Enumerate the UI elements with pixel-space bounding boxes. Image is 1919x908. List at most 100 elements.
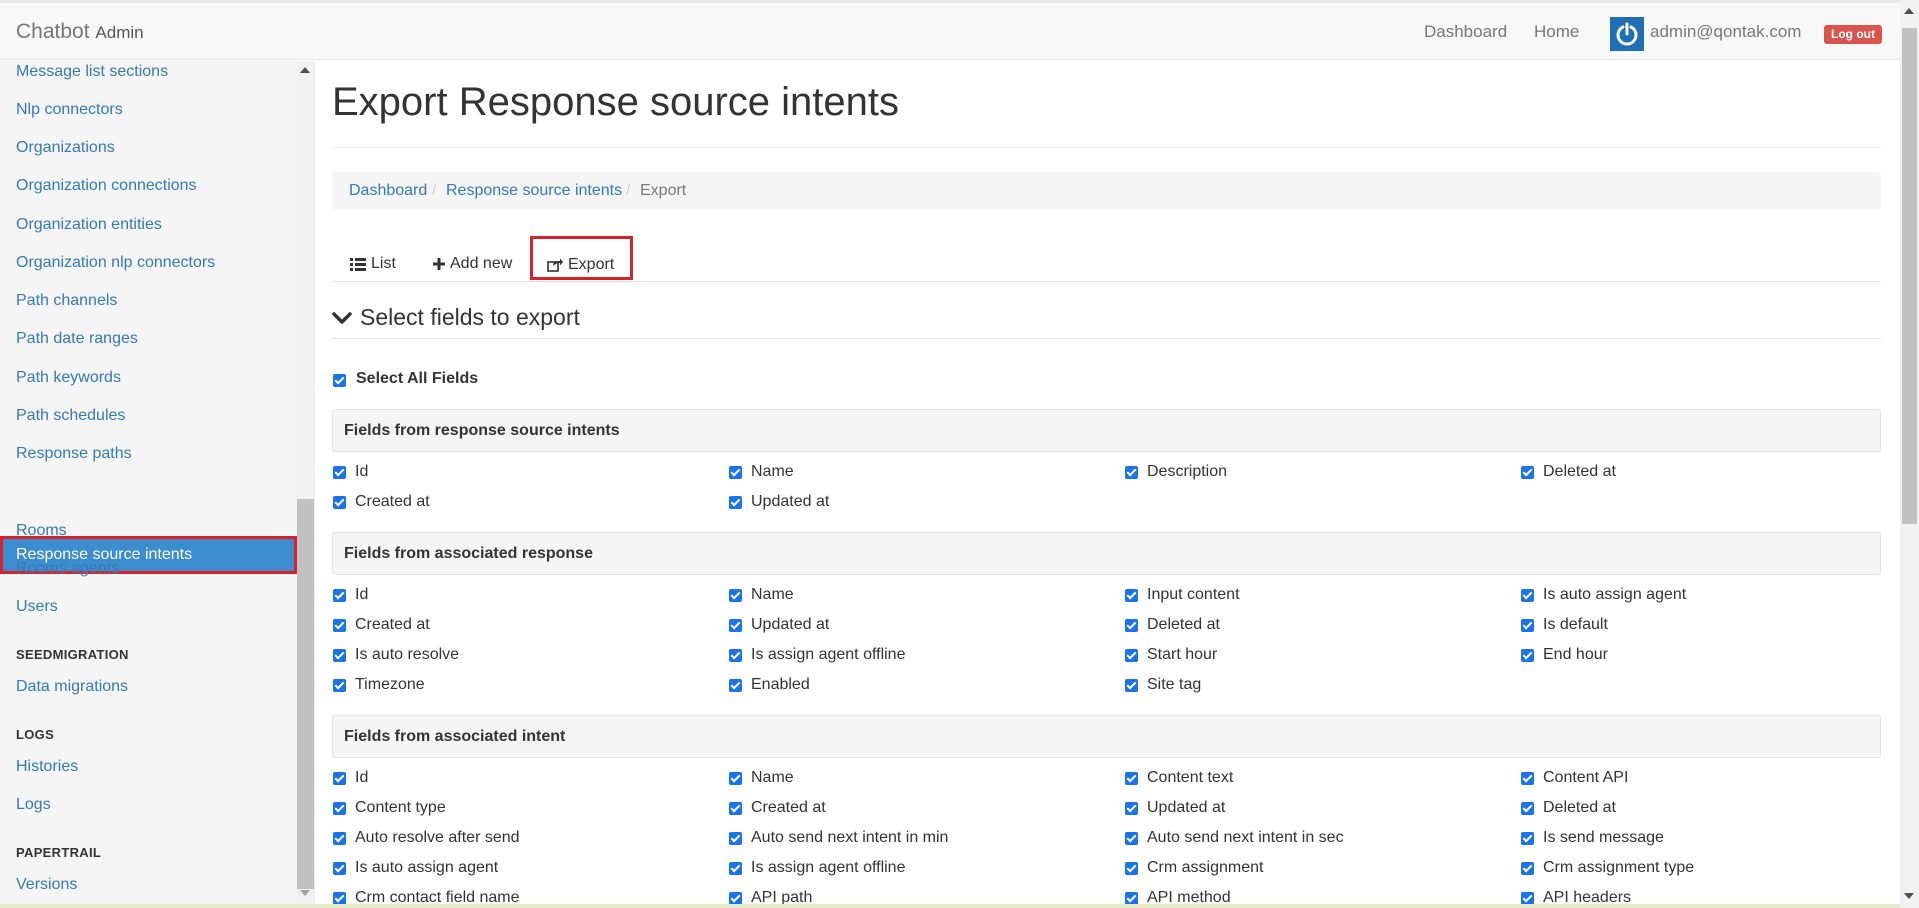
field-checkbox[interactable] [729,832,742,845]
field-checkbox[interactable] [333,589,346,602]
field-checkbox[interactable] [1125,619,1138,632]
field-checkbox[interactable] [1125,832,1138,845]
page-title: Export Response source intents [332,80,899,124]
field-checkbox[interactable] [1521,862,1534,875]
field-checkbox[interactable] [1521,649,1534,662]
group-title: Fields from associated response [344,545,593,562]
tab-add-new[interactable]: Add new [433,246,512,281]
field-label: Deleted at [1543,463,1616,480]
sidebar-item-path-date-ranges[interactable]: Path date ranges [16,330,138,348]
field-checkbox[interactable] [729,649,742,662]
sidebar-item-organizations[interactable]: Organizations [16,139,115,157]
field-label: Is assign agent offline [751,646,906,663]
field-checkbox[interactable] [729,619,742,632]
sidebar-item-path-channels[interactable]: Path channels [16,292,117,310]
field-checkbox[interactable] [1521,589,1534,602]
scroll-up-arrow-icon[interactable] [300,67,310,73]
nav-home-link[interactable]: Home [1534,22,1579,42]
field-checkbox[interactable] [333,679,346,692]
field-checkbox[interactable] [1521,832,1534,845]
field-checkbox[interactable] [1521,802,1534,815]
sidebar-item-rooms-agents[interactable]: Rooms agents [16,560,119,578]
sidebar-item-response-paths[interactable]: Response paths [16,445,132,463]
sidebar-item-message-list-sections[interactable]: Message list sections [16,63,168,81]
tab-list[interactable]: List [350,246,396,281]
field-label: Is auto resolve [355,646,460,663]
sidebar-item-histories[interactable]: Histories [16,758,78,776]
sidebar-header-logs: LOGS [16,727,55,742]
field-checkbox[interactable] [1125,802,1138,815]
field-label: Created at [751,799,826,816]
field-checkbox[interactable] [729,679,742,692]
select-all-checkbox[interactable] [333,374,346,387]
bottom-strip [0,904,1900,908]
sidebar-item-logs[interactable]: Logs [16,796,51,814]
field-checkbox[interactable] [333,772,346,785]
plus-icon [433,257,445,270]
section-toggle[interactable]: Select fields to export [332,304,580,331]
user-avatar-power-icon[interactable] [1610,17,1644,51]
sidebar-header-papertrail: PAPERTRAIL [16,845,102,860]
scroll-up-arrow-icon[interactable] [1904,8,1914,14]
tab-export[interactable]: Export [530,236,633,280]
breadcrumb-response-source-intents[interactable]: Response source intents [446,182,622,200]
field-label: Updated at [751,493,830,510]
field-checkbox[interactable] [1125,649,1138,662]
field-checkbox[interactable] [333,802,346,815]
user-email[interactable]: admin@qontak.com [1650,22,1801,42]
field-checkbox[interactable] [333,649,346,662]
field-checkbox[interactable] [1125,589,1138,602]
sidebar-item-organization-nlp-connectors[interactable]: Organization nlp connectors [16,254,215,272]
field-label: Is default [1543,616,1608,633]
scroll-down-arrow-icon[interactable] [1904,893,1914,899]
field-checkbox[interactable] [729,496,742,509]
sidebar-item-nlp-connectors[interactable]: Nlp connectors [16,101,123,119]
field-label: Site tag [1147,676,1202,693]
field-checkbox[interactable] [333,862,346,875]
field-label: Start hour [1147,646,1218,663]
logout-button[interactable]: Log out [1824,25,1882,44]
sidebar-item-path-keywords[interactable]: Path keywords [16,369,121,387]
sidebar-item-path-schedules[interactable]: Path schedules [16,407,125,425]
field-label: Timezone [355,676,425,693]
field-checkbox[interactable] [729,862,742,875]
field-checkbox[interactable] [1521,772,1534,785]
field-checkbox[interactable] [729,772,742,785]
nav-dashboard-link[interactable]: Dashboard [1424,22,1507,42]
brand[interactable]: Chatbot Admin [16,20,144,44]
field-label: Auto send next intent in sec [1147,829,1344,846]
field-label: Enabled [751,676,810,693]
field-checkbox[interactable] [1125,679,1138,692]
sidebar-item-users[interactable]: Users [16,598,58,616]
sidebar-item-organization-entities[interactable]: Organization entities [16,216,162,234]
group-header-associated-response: Fields from associated response [332,532,1881,575]
field-checkbox[interactable] [1521,466,1534,479]
sidebar-item-data-migrations[interactable]: Data migrations [16,678,128,696]
sidebar-scrollbar-thumb[interactable] [297,499,314,889]
field-checkbox[interactable] [333,619,346,632]
field-checkbox[interactable] [1125,772,1138,785]
field-checkbox[interactable] [333,832,346,845]
field-label: Is assign agent offline [751,859,906,876]
field-label: Created at [355,616,430,633]
field-checkbox[interactable] [729,466,742,479]
scroll-down-arrow-icon[interactable] [300,890,310,896]
field-label: Content type [355,799,446,816]
field-checkbox[interactable] [1125,862,1138,875]
field-checkbox[interactable] [729,802,742,815]
field-label: Is auto assign agent [355,859,499,876]
sidebar-item-versions[interactable]: Versions [16,876,77,894]
field-checkbox[interactable] [1125,466,1138,479]
sidebar-item-organization-connections[interactable]: Organization connections [16,177,197,195]
field-checkbox[interactable] [729,589,742,602]
breadcrumb-dashboard[interactable]: Dashboard [349,182,427,200]
field-label: Id [355,769,369,786]
field-checkbox[interactable] [333,496,346,509]
field-label: Created at [355,493,430,510]
field-checkbox[interactable] [1521,619,1534,632]
field-label: Name [751,586,794,603]
page-scrollbar-thumb[interactable] [1902,28,1917,524]
sidebar-item-rooms[interactable]: Rooms [16,522,67,540]
field-label: Name [751,463,794,480]
field-checkbox[interactable] [333,466,346,479]
